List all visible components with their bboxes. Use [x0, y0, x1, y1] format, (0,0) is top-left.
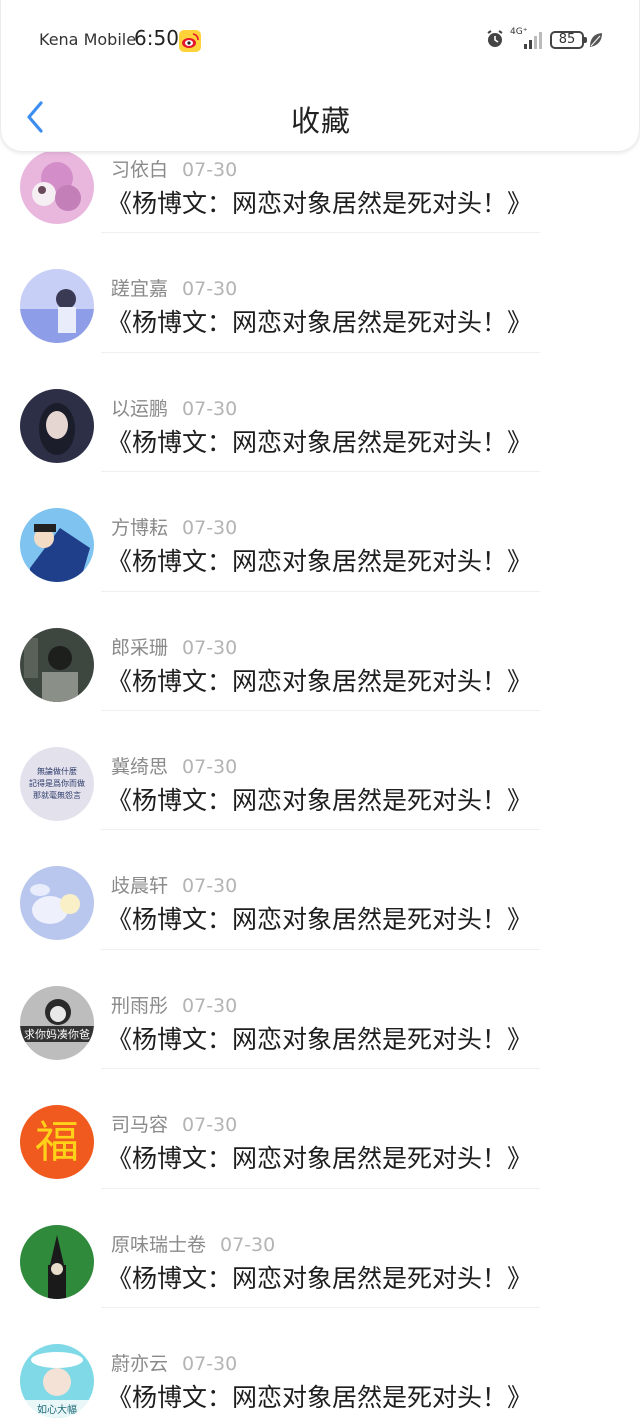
weibo-icon: [179, 30, 201, 52]
item-date: 07-30: [182, 756, 238, 778]
avatar[interactable]: 求你妈凑你爸: [20, 985, 94, 1060]
author-name[interactable]: 郎采珊: [111, 637, 168, 659]
item-meta: 以运鹏 07-30: [111, 397, 237, 421]
avatar-text-line: 求你妈凑你爸: [24, 1027, 90, 1041]
avatar[interactable]: [20, 269, 94, 344]
status-bar: Kena Mobile 6:50 4G⁺ 85: [1, 24, 640, 56]
author-name[interactable]: 司马容: [111, 1114, 168, 1136]
avatar[interactable]: 如心大幅: [20, 1344, 94, 1418]
item-meta: 习依白 07-30: [111, 158, 237, 182]
favorite-title[interactable]: 《杨博文：网恋对象居然是死对头！》: [107, 307, 532, 339]
avatar[interactable]: 福: [20, 1105, 94, 1180]
battery-icon: 85: [550, 31, 587, 49]
author-name[interactable]: 蔚亦云: [111, 1353, 168, 1375]
item-date: 07-30: [182, 636, 238, 659]
favorite-title[interactable]: 《杨博文：网恋对象居然是死对头！》: [107, 1143, 532, 1175]
author-name[interactable]: 以运鹏: [111, 398, 168, 420]
item-date: 07-30: [182, 517, 238, 540]
list-item[interactable]: 以运鹏 07-30 《杨博文：网恋对象居然是死对头！》: [0, 353, 640, 473]
list-item[interactable]: 方博耘 07-30 《杨博文：网恋对象居然是死对头！》: [0, 472, 640, 592]
author-name[interactable]: 习依白: [111, 159, 168, 181]
item-meta: 方博耘 07-30: [111, 516, 237, 540]
item-meta: 冀绮思 07-30: [111, 755, 237, 779]
avatar[interactable]: [20, 627, 94, 702]
author-name[interactable]: 原味瑞士卷: [111, 1234, 206, 1256]
app-header: Kena Mobile 6:50 4G⁺ 85 收藏: [0, 0, 640, 152]
item-date: 07-30: [182, 875, 238, 898]
avatar[interactable]: [20, 150, 94, 224]
item-meta: 原味瑞士卷 07-30: [111, 1233, 275, 1257]
avatar[interactable]: [20, 1224, 94, 1299]
item-meta: 司马容 07-30: [111, 1113, 237, 1137]
author-name[interactable]: 歧晨轩: [111, 875, 168, 897]
author-name[interactable]: 方博耘: [111, 517, 168, 539]
author-name[interactable]: 蹉宜嘉: [111, 278, 168, 300]
list-item[interactable]: 無論做什麼 記得是爲你而做 那就毫無怨言 冀绮思 07-30 《杨博文：网恋对象居…: [0, 711, 640, 831]
favorite-title[interactable]: 《杨博文：网恋对象居然是死对头！》: [107, 1024, 532, 1056]
list-item[interactable]: 福 司马容 07-30 《杨博文：网恋对象居然是死对头！》: [0, 1069, 640, 1189]
item-meta: 蔚亦云 07-30: [111, 1352, 237, 1376]
list-item[interactable]: 如心大幅 蔚亦云 07-30 《杨博文：网恋对象居然是死对头！》: [0, 1308, 640, 1427]
list-item[interactable]: 原味瑞士卷 07-30 《杨博文：网恋对象居然是死对头！》: [0, 1189, 640, 1308]
item-date: 07-30: [220, 1233, 276, 1256]
list-item[interactable]: 蹉宜嘉 07-30 《杨博文：网恋对象居然是死对头！》: [0, 233, 640, 353]
item-date: 07-30: [182, 278, 238, 301]
favorite-title[interactable]: 《杨博文：网恋对象居然是死对头！》: [107, 427, 532, 459]
favorite-title[interactable]: 《杨博文：网恋对象居然是死对头！》: [107, 1263, 532, 1295]
item-date: 07-30: [182, 1114, 238, 1137]
author-name[interactable]: 冀绮思: [111, 756, 168, 778]
favorite-title[interactable]: 《杨博文：网恋对象居然是死对头！》: [107, 666, 532, 698]
favorite-title[interactable]: 《杨博文：网恋对象居然是死对头！》: [107, 546, 532, 578]
item-date: 07-30: [182, 397, 238, 420]
favorite-title[interactable]: 《杨博文：网恋对象居然是死对头！》: [107, 785, 532, 817]
avatar[interactable]: [20, 508, 94, 583]
list-item[interactable]: 求你妈凑你爸 刑雨彤 07-30 《杨博文：网恋对象居然是死对头！》: [0, 950, 640, 1070]
item-date: 07-30: [182, 1353, 238, 1375]
list-item[interactable]: 歧晨轩 07-30 《杨博文：网恋对象居然是死对头！》: [0, 830, 640, 950]
signal-icon: [520, 30, 544, 50]
list-item[interactable]: 郎采珊 07-30 《杨博文：网恋对象居然是死对头！》: [0, 592, 640, 711]
item-meta: 蹉宜嘉 07-30: [111, 277, 237, 301]
avatar[interactable]: [20, 866, 94, 941]
avatar[interactable]: [20, 388, 94, 463]
alarm-icon: [485, 29, 505, 49]
favorite-title[interactable]: 《杨博文：网恋对象居然是死对头！》: [107, 1382, 532, 1414]
status-clock: 6:50: [134, 26, 179, 50]
item-meta: 刑雨彤 07-30: [111, 994, 237, 1018]
avatar-text-line: 那就毫無怨言: [33, 790, 81, 800]
page-title: 收藏: [290, 104, 351, 138]
avatar-text-line: 福: [35, 1117, 79, 1168]
leaf-icon: [588, 31, 604, 49]
item-meta: 歧晨轩 07-30: [111, 874, 237, 898]
avatar-text-line: 無論做什麼: [37, 766, 77, 776]
author-name[interactable]: 刑雨彤: [111, 995, 168, 1017]
favorite-title[interactable]: 《杨博文：网恋对象居然是死对头！》: [107, 188, 532, 220]
favorite-title[interactable]: 《杨博文：网恋对象居然是死对头！》: [107, 904, 532, 936]
item-date: 07-30: [182, 994, 238, 1017]
avatar[interactable]: 無論做什麼 記得是爲你而做 那就毫無怨言: [20, 747, 94, 821]
avatar-text-line: 記得是爲你而做: [29, 778, 85, 788]
carrier-name: Kena Mobile: [39, 30, 137, 49]
item-meta: 郎采珊 07-30: [111, 636, 237, 660]
avatar-text-line: 如心大幅: [37, 1403, 77, 1416]
item-date: 07-30: [182, 159, 238, 181]
